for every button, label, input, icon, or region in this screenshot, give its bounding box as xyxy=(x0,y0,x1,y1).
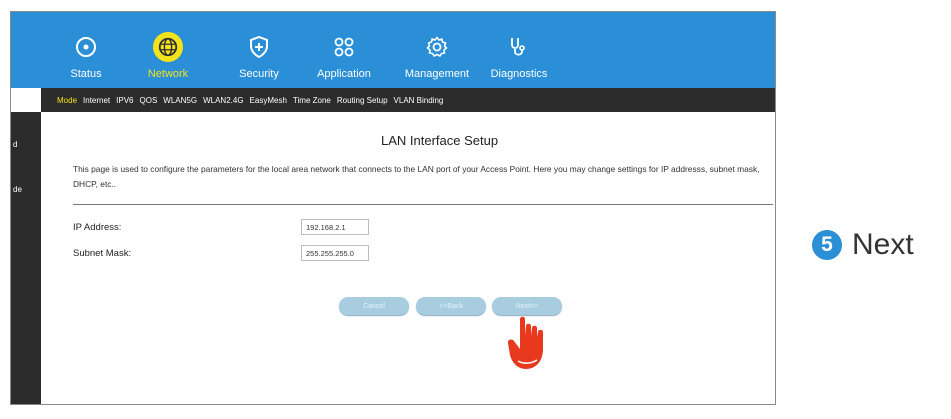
ip-address-label: IP Address: xyxy=(73,222,122,233)
subnav-easymesh[interactable]: EasyMesh xyxy=(250,96,287,105)
nav-security[interactable]: Security xyxy=(214,12,304,88)
page-description: This page is used to configure the param… xyxy=(73,164,760,189)
top-navigation-bar: Status Network Security Application Mana… xyxy=(11,12,775,88)
sidebar-item-1[interactable]: d xyxy=(13,140,17,149)
gear-icon xyxy=(422,32,452,62)
next-button[interactable]: Next>> xyxy=(492,297,562,315)
nav-diagnostics-label: Diagnostics xyxy=(490,68,548,80)
subnav-time-zone[interactable]: Time Zone xyxy=(293,96,331,105)
back-button[interactable]: <<Back xyxy=(416,297,486,315)
step-number-badge: 5 xyxy=(812,230,842,260)
network-subnav: Mode Internet IPV6 QOS WLAN5G WLAN2.4G E… xyxy=(41,88,775,112)
shield-plus-icon xyxy=(244,32,274,62)
subnav-vlan-binding[interactable]: VLAN Binding xyxy=(394,96,444,105)
subnav-qos[interactable]: QOS xyxy=(140,96,158,105)
stethoscope-icon xyxy=(504,32,534,62)
apps-grid-icon xyxy=(329,32,359,62)
nav-status-label: Status xyxy=(70,68,102,80)
sidebar-item-2[interactable]: de xyxy=(13,185,22,194)
cancel-button[interactable]: Cancel xyxy=(339,297,409,315)
subnet-mask-label: Subnet Mask: xyxy=(73,248,132,259)
subnav-mode[interactable]: Mode xyxy=(57,96,77,105)
subnet-mask-input[interactable] xyxy=(301,245,369,261)
router-admin-window: Status Network Security Application Mana… xyxy=(10,11,776,405)
subnav-ipv6[interactable]: IPV6 xyxy=(116,96,133,105)
nav-status[interactable]: Status xyxy=(41,12,131,88)
nav-application[interactable]: Application xyxy=(299,12,389,88)
ip-address-input[interactable] xyxy=(301,219,369,235)
pointing-hand-icon xyxy=(507,315,556,376)
left-sidebar: d de xyxy=(11,112,41,404)
nav-management-label: Management xyxy=(404,68,470,80)
globe-icon xyxy=(153,32,183,62)
nav-application-label: Application xyxy=(317,68,371,80)
nav-diagnostics[interactable]: Diagnostics xyxy=(474,12,564,88)
subnav-internet[interactable]: Internet xyxy=(83,96,110,105)
nav-management[interactable]: Management xyxy=(392,12,482,88)
nav-network[interactable]: Network xyxy=(123,12,213,88)
step-next-instruction: 5 Next xyxy=(812,228,914,262)
nav-network-label: Network xyxy=(147,68,189,80)
nav-security-label: Security xyxy=(239,68,279,80)
divider xyxy=(73,204,773,205)
subnav-routing-setup[interactable]: Routing Setup xyxy=(337,96,388,105)
step-label: Next xyxy=(852,228,914,261)
page-title: LAN Interface Setup xyxy=(381,133,499,148)
subnav-wlan24g[interactable]: WLAN2.4G xyxy=(203,96,243,105)
crosshair-icon xyxy=(71,32,101,62)
subnav-wlan5g[interactable]: WLAN5G xyxy=(163,96,197,105)
